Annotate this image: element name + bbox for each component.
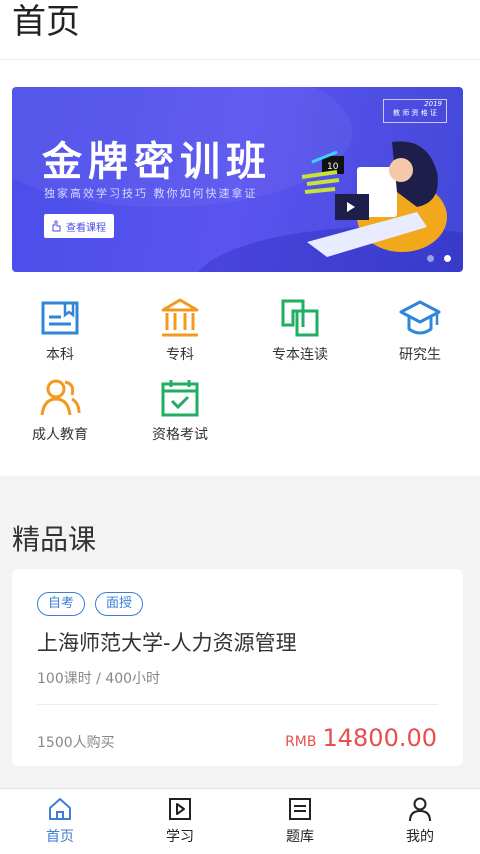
- users-icon: [40, 379, 81, 416]
- category-postgraduate[interactable]: 研究生: [360, 297, 480, 377]
- price-currency: RMB: [285, 734, 317, 750]
- category-label: 成人教育: [32, 427, 88, 443]
- badge-year: 2019: [424, 100, 442, 108]
- category-college[interactable]: 专科: [120, 297, 240, 377]
- banner-badge: 2019 教 师 资 格 证: [383, 99, 447, 123]
- document-list-icon: [289, 798, 311, 820]
- category-label: 专科: [166, 347, 194, 363]
- banner-title: 金牌密训班: [42, 139, 272, 185]
- bottom-tab-bar: 首页 学习 题库 我的: [0, 788, 480, 850]
- banner-pagination: [427, 255, 451, 262]
- category-grid: 本科 专科 专本连读 研究生 成人教育 资格考试: [0, 297, 480, 457]
- course-title: 上海师范大学-人力资源管理: [37, 631, 297, 655]
- tab-label: 我的: [406, 829, 434, 845]
- graduation-cap-icon: [399, 300, 441, 335]
- calendar-check-icon: [161, 380, 199, 417]
- tab-label: 首页: [46, 829, 74, 845]
- course-price: RMB 14800.00: [285, 724, 437, 752]
- page-header: 首页: [0, 0, 480, 60]
- tab-study[interactable]: 学习: [120, 789, 240, 850]
- course-meta: 100课时 / 400小时: [37, 671, 161, 687]
- badge-text: 教 师 资 格 证: [393, 109, 437, 117]
- page-title: 首页: [12, 2, 80, 42]
- category-label: 专本连读: [272, 347, 328, 363]
- divider: [37, 704, 438, 705]
- book-icon: [41, 301, 79, 335]
- category-label: 资格考试: [152, 427, 208, 443]
- section-title: 精品课: [12, 523, 97, 556]
- category-qualification-exam[interactable]: 资格考试: [120, 377, 240, 457]
- user-icon: [409, 797, 431, 822]
- price-amount: 14800.00: [322, 724, 437, 752]
- course-tags: 自考 面授: [37, 592, 144, 616]
- tab-profile[interactable]: 我的: [360, 789, 480, 850]
- course-tag: 自考: [37, 592, 86, 616]
- tab-question-bank[interactable]: 题库: [240, 789, 360, 850]
- tab-home[interactable]: 首页: [0, 789, 120, 850]
- pagination-dot[interactable]: [427, 255, 434, 262]
- institution-icon: [161, 298, 199, 337]
- course-card[interactable]: 自考 面授 上海师范大学-人力资源管理 100课时 / 400小时 1500人购…: [12, 569, 463, 766]
- tab-label: 题库: [286, 829, 314, 845]
- category-undergraduate[interactable]: 本科: [0, 297, 120, 377]
- promo-banner[interactable]: 2019 教 师 资 格 证 金牌密训班 独家高效学习技巧 教你如何快速拿证 查…: [12, 87, 463, 272]
- category-label: 研究生: [399, 347, 441, 363]
- view-course-button[interactable]: 查看课程: [44, 214, 114, 238]
- linked-squares-icon: [281, 299, 319, 337]
- play-square-icon: [169, 798, 191, 820]
- view-course-label: 查看课程: [66, 222, 106, 234]
- category-label: 本科: [46, 347, 74, 363]
- calendar-number: 10: [327, 162, 339, 172]
- pagination-dot-active[interactable]: [444, 255, 451, 262]
- course-tag: 面授: [95, 592, 144, 616]
- category-adult-education[interactable]: 成人教育: [0, 377, 120, 457]
- home-icon: [49, 798, 71, 820]
- tab-label: 学习: [166, 829, 194, 845]
- banner-subtitle: 独家高效学习技巧 教你如何快速拿证: [44, 187, 258, 200]
- hand-pointer-icon: [52, 220, 61, 232]
- category-continuous[interactable]: 专本连读: [240, 297, 360, 377]
- buyer-count: 1500人购买: [37, 735, 115, 751]
- banner-illustration: 10: [301, 141, 447, 257]
